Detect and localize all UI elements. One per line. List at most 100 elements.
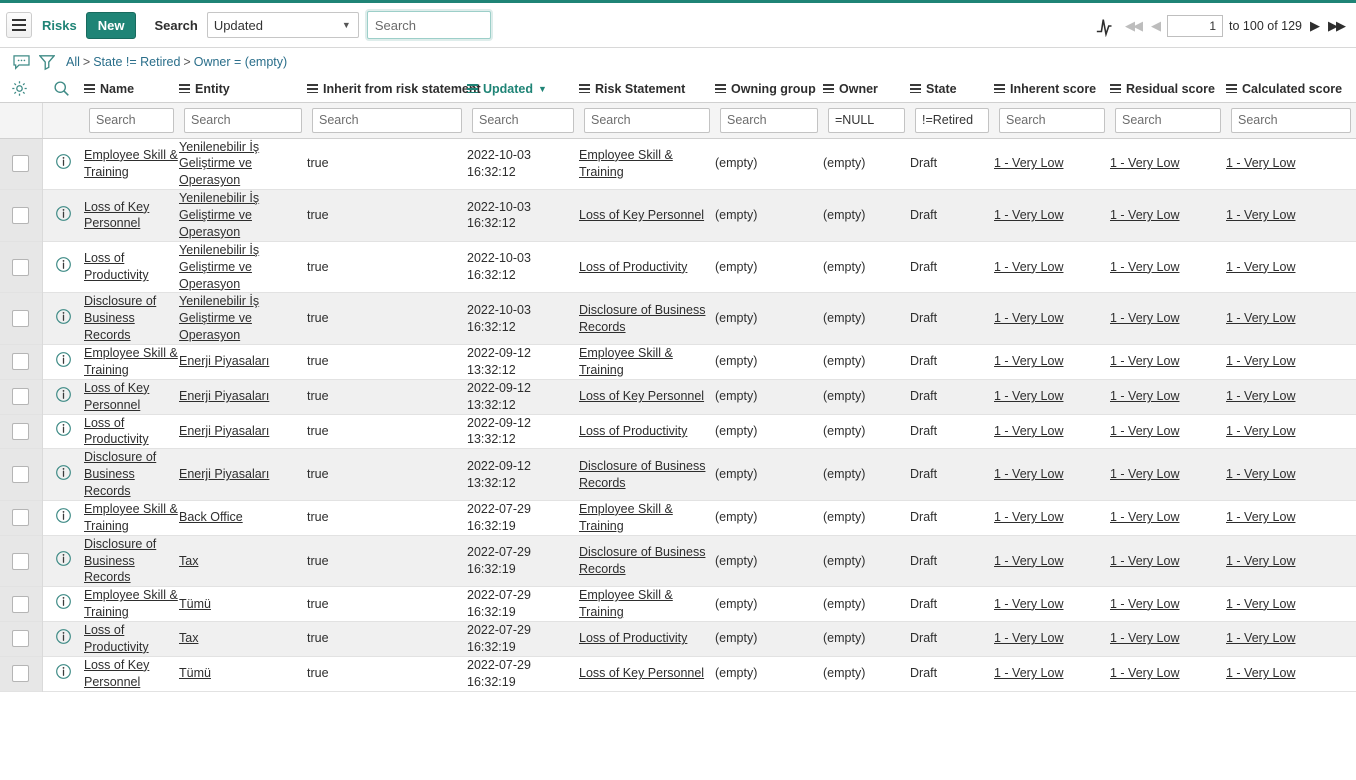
link-is[interactable]: 1 - Very Low xyxy=(994,354,1063,368)
column-menu-icon[interactable] xyxy=(715,84,726,94)
link-rsc[interactable]: 1 - Very Low xyxy=(1110,389,1179,403)
filter-input-state[interactable] xyxy=(915,107,989,133)
link-is[interactable]: 1 - Very Low xyxy=(994,260,1063,274)
comment-icon[interactable] xyxy=(8,52,34,72)
row-checkbox[interactable] xyxy=(12,388,30,406)
link-is[interactable]: 1 - Very Low xyxy=(994,666,1063,680)
header-sort-state[interactable]: State xyxy=(910,82,990,96)
link-cs[interactable]: 1 - Very Low xyxy=(1226,597,1295,611)
link-cs[interactable]: 1 - Very Low xyxy=(1226,631,1295,645)
info-circle-icon[interactable] xyxy=(55,550,72,572)
column-menu-icon[interactable] xyxy=(1226,84,1237,94)
header-sort-updated[interactable]: Updated ▼ xyxy=(467,82,575,96)
column-header-calculated-score[interactable]: Calculated score xyxy=(1226,76,1356,103)
link-rsc[interactable]: 1 - Very Low xyxy=(1110,510,1179,524)
table-row[interactable]: Loss of Productivity Yenilenebilir İş Gel… xyxy=(0,241,1356,293)
info-circle-icon[interactable] xyxy=(55,205,72,227)
breadcrumb-part-owner[interactable]: Owner = (empty) xyxy=(194,55,287,69)
link-is[interactable]: 1 - Very Low xyxy=(994,389,1063,403)
column-menu-icon[interactable] xyxy=(823,84,834,94)
link-rs[interactable]: Employee Skill & Training xyxy=(579,588,673,619)
header-sort-name[interactable]: Name xyxy=(84,82,175,96)
link-cs[interactable]: 1 - Very Low xyxy=(1226,354,1295,368)
link-is[interactable]: 1 - Very Low xyxy=(994,311,1063,325)
table-row[interactable]: Employee Skill & Training Back Office true… xyxy=(0,500,1356,536)
link-rs[interactable]: Loss of Productivity xyxy=(579,424,687,438)
activity-pulse-icon[interactable] xyxy=(1095,15,1117,37)
row-checkbox[interactable] xyxy=(12,665,30,683)
info-circle-icon[interactable] xyxy=(55,153,72,175)
link-rsc[interactable]: 1 - Very Low xyxy=(1110,260,1179,274)
link-name[interactable]: Employee Skill & Training xyxy=(84,148,178,179)
info-circle-icon[interactable] xyxy=(55,628,72,650)
link-is[interactable]: 1 - Very Low xyxy=(994,208,1063,222)
breadcrumb-part-state[interactable]: State != Retired xyxy=(93,55,180,69)
link-rs[interactable]: Loss of Productivity xyxy=(579,260,687,274)
row-checkbox[interactable] xyxy=(12,258,30,276)
last-page-icon[interactable]: ▶▶ xyxy=(1326,18,1346,34)
column-header-inherent-score[interactable]: Inherent score xyxy=(994,76,1110,103)
column-header-risk-statement[interactable]: Risk Statement xyxy=(579,76,715,103)
next-page-icon[interactable]: ▶ xyxy=(1308,18,1320,34)
info-circle-icon[interactable] xyxy=(55,256,72,278)
link-rs[interactable]: Loss of Key Personnel xyxy=(579,666,704,680)
search-field-select[interactable]: Updated ▼ xyxy=(206,12,359,38)
row-checkbox[interactable] xyxy=(12,310,30,328)
column-menu-icon[interactable] xyxy=(179,84,190,94)
column-header-owning-group[interactable]: Owning group xyxy=(715,76,823,103)
link-is[interactable]: 1 - Very Low xyxy=(994,597,1063,611)
filter-input-updated[interactable] xyxy=(472,107,574,133)
filter-input-risk-statement[interactable] xyxy=(584,107,710,133)
info-circle-icon[interactable] xyxy=(55,507,72,529)
row-checkbox[interactable] xyxy=(12,422,30,440)
link-rs[interactable]: Disclosure of Business Records xyxy=(579,545,705,576)
filter-input-owning-group[interactable] xyxy=(720,107,818,133)
filter-input-inherit[interactable] xyxy=(312,107,462,133)
previous-page-icon[interactable]: ◀ xyxy=(1149,18,1161,34)
link-is[interactable]: 1 - Very Low xyxy=(994,424,1063,438)
link-rsc[interactable]: 1 - Very Low xyxy=(1110,424,1179,438)
column-header-inherit[interactable]: Inherit from risk statement xyxy=(307,76,481,103)
header-sort-risk-statement[interactable]: Risk Statement xyxy=(579,82,711,96)
link-rsc[interactable]: 1 - Very Low xyxy=(1110,597,1179,611)
column-menu-icon[interactable] xyxy=(1110,84,1121,94)
link-cs[interactable]: 1 - Very Low xyxy=(1226,208,1295,222)
link-cs[interactable]: 1 - Very Low xyxy=(1226,467,1295,481)
link-ent[interactable]: Tax xyxy=(179,631,198,645)
table-row[interactable]: Loss of Productivity Enerji Piyasaları tru… xyxy=(0,414,1356,449)
link-rsc[interactable]: 1 - Very Low xyxy=(1110,208,1179,222)
link-cs[interactable]: 1 - Very Low xyxy=(1226,311,1295,325)
column-header-entity[interactable]: Entity xyxy=(179,76,307,103)
link-is[interactable]: 1 - Very Low xyxy=(994,631,1063,645)
link-ent[interactable]: Enerji Piyasaları xyxy=(179,467,269,481)
link-rs[interactable]: Loss of Key Personnel xyxy=(579,208,704,222)
header-sort-calculated-score[interactable]: Calculated score xyxy=(1226,82,1352,96)
link-ent[interactable]: Yenilenebilir İş Geliştirme ve Operasyon xyxy=(179,243,259,291)
info-circle-icon[interactable] xyxy=(55,420,72,442)
column-menu-icon[interactable] xyxy=(307,84,318,94)
link-rs[interactable]: Disclosure of Business Records xyxy=(579,303,705,334)
link-ent[interactable]: Tümü xyxy=(179,597,211,611)
row-checkbox[interactable] xyxy=(12,207,30,225)
link-cs[interactable]: 1 - Very Low xyxy=(1226,424,1295,438)
link-rsc[interactable]: 1 - Very Low xyxy=(1110,666,1179,680)
header-sort-entity[interactable]: Entity xyxy=(179,82,303,96)
header-sort-owning-group[interactable]: Owning group xyxy=(715,82,819,96)
column-header-owner[interactable]: Owner xyxy=(823,76,910,103)
link-rs[interactable]: Loss of Key Personnel xyxy=(579,389,704,403)
link-ent[interactable]: Yenilenebilir İş Geliştirme ve Operasyon xyxy=(179,191,259,239)
header-sort-owner[interactable]: Owner xyxy=(823,82,906,96)
link-rsc[interactable]: 1 - Very Low xyxy=(1110,311,1179,325)
link-ent[interactable]: Tax xyxy=(179,554,198,568)
page-number-input[interactable] xyxy=(1167,14,1224,37)
info-circle-icon[interactable] xyxy=(55,663,72,685)
link-ent[interactable]: Yenilenebilir İş Geliştirme ve Operasyon xyxy=(179,140,259,188)
link-name[interactable]: Disclosure of Business Records xyxy=(84,294,156,342)
column-menu-icon[interactable] xyxy=(910,84,921,94)
link-name[interactable]: Disclosure of Business Records xyxy=(84,450,156,498)
search-icon[interactable] xyxy=(53,80,70,97)
link-ent[interactable]: Enerji Piyasaları xyxy=(179,424,269,438)
info-circle-icon[interactable] xyxy=(55,308,72,330)
link-name[interactable]: Employee Skill & Training xyxy=(84,346,178,377)
info-circle-icon[interactable] xyxy=(55,386,72,408)
